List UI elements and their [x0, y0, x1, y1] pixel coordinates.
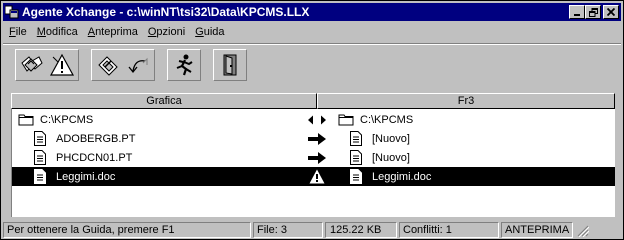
- compare-icon: [98, 56, 118, 76]
- status-files: File: 3: [253, 222, 323, 238]
- run-button[interactable]: [169, 51, 199, 79]
- document-icon: [34, 130, 50, 147]
- document-icon: [34, 168, 50, 185]
- column-header-right[interactable]: Fr3: [317, 93, 615, 109]
- warning-triangle-icon: [49, 53, 75, 76]
- right-item-label: [Nuovo]: [372, 132, 410, 145]
- undo-button[interactable]: [123, 51, 153, 79]
- right-item-label: C:\KPCMS: [360, 113, 414, 126]
- menu-file[interactable]: File: [9, 26, 27, 38]
- status-mode: ANTEPRIMA: [501, 222, 573, 238]
- file-list[interactable]: C:\KPCMS C:\KPCMS ADOBERGB.PT [Nuovo] PH…: [11, 109, 615, 217]
- toolbar-group-run: [167, 49, 201, 81]
- exit-button[interactable]: [215, 51, 245, 79]
- close-button[interactable]: [603, 5, 619, 19]
- menu-bar: File Modifica Anteprima Opzioni Guida: [3, 23, 229, 41]
- bidirectional-arrow-icon: [302, 115, 332, 125]
- app-window: Agente Xchange - c:\winNT\tsi32\Data\KPC…: [0, 0, 624, 240]
- list-item[interactable]: ADOBERGB.PT [Nuovo]: [12, 129, 615, 148]
- status-help: Per ottenere la Guida, premere F1: [3, 222, 251, 238]
- toolbar-group-exit: [213, 49, 247, 81]
- toolbar-group-edit: [91, 49, 155, 81]
- right-arrow-icon: [302, 132, 332, 145]
- restore-button[interactable]: [585, 5, 601, 19]
- left-item-label: ADOBERGB.PT: [56, 132, 136, 145]
- list-item[interactable]: C:\KPCMS C:\KPCMS: [12, 110, 615, 129]
- toolbar: [3, 45, 621, 85]
- list-item-selected[interactable]: Leggimi.doc Leggimi.doc: [12, 167, 615, 186]
- run-icon: [176, 54, 193, 76]
- exit-door-icon: [223, 54, 237, 76]
- status-conflicts: Conflitti: 1: [399, 222, 499, 238]
- window-controls: [569, 5, 619, 19]
- left-item-label: Leggimi.doc: [56, 170, 116, 183]
- status-size: 125.22 KB: [325, 222, 397, 238]
- right-arrow-icon: [302, 151, 332, 164]
- document-icon: [350, 130, 366, 147]
- conflicts-button[interactable]: [47, 51, 77, 79]
- left-item-label: C:\KPCMS: [40, 113, 94, 126]
- app-icon[interactable]: [5, 5, 19, 19]
- menu-modifica[interactable]: Modifica: [37, 26, 78, 38]
- compare-button[interactable]: [93, 51, 123, 79]
- folder-icon: [338, 112, 354, 128]
- resize-grip-icon[interactable]: [575, 223, 590, 238]
- document-icon: [350, 149, 366, 166]
- right-item-label: [Nuovo]: [372, 151, 410, 164]
- synchronize-icon: [21, 56, 43, 72]
- toolbar-group-sync: [15, 49, 79, 81]
- column-headers: Grafica Fr3: [11, 93, 615, 109]
- column-header-left[interactable]: Grafica: [11, 93, 317, 109]
- folder-icon: [18, 112, 34, 128]
- menu-opzioni[interactable]: Opzioni: [148, 26, 185, 38]
- document-icon: [34, 149, 50, 166]
- minimize-icon: [574, 14, 580, 16]
- minimize-button[interactable]: [569, 5, 585, 19]
- document-icon: [350, 168, 366, 185]
- right-item-label: Leggimi.doc: [372, 170, 432, 183]
- title-bar[interactable]: Agente Xchange - c:\winNT\tsi32\Data\KPC…: [3, 3, 621, 21]
- close-icon: [607, 8, 615, 16]
- synchronize-button[interactable]: [17, 51, 47, 79]
- undo-icon: [128, 57, 148, 74]
- conflict-warning-icon: [302, 169, 332, 184]
- left-item-label: PHCDCN01.PT: [56, 151, 133, 164]
- window-title: Agente Xchange - c:\winNT\tsi32\Data\KPC…: [22, 5, 310, 19]
- list-item[interactable]: PHCDCN01.PT [Nuovo]: [12, 148, 615, 167]
- menu-guida[interactable]: Guida: [195, 26, 224, 38]
- menu-anteprima[interactable]: Anteprima: [88, 26, 138, 38]
- status-bar: Per ottenere la Guida, premere F1 File: …: [3, 221, 621, 239]
- restore-icon: [588, 7, 598, 17]
